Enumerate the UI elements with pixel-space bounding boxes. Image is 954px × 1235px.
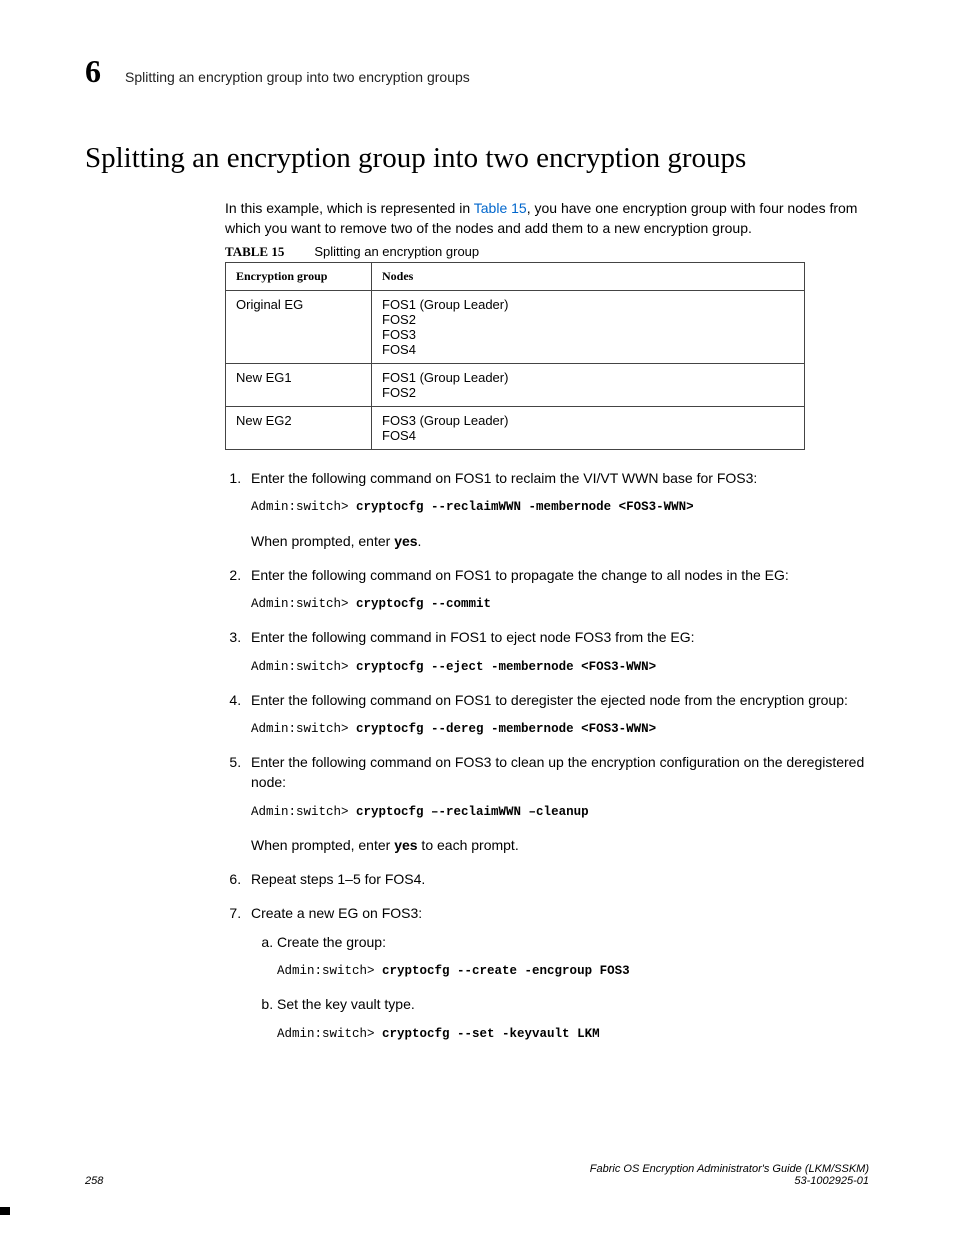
col-header-group: Encryption group xyxy=(226,263,372,291)
prompt: Admin:switch> xyxy=(251,722,356,736)
cell-nodes: FOS1 (Group Leader) FOS2 xyxy=(372,364,805,407)
code-block: Admin:switch> cryptocfg --create -encgro… xyxy=(277,962,869,980)
crop-mark-icon xyxy=(0,1207,10,1215)
prompt: Admin:switch> xyxy=(277,1027,382,1041)
node-entry: FOS3 (Group Leader) xyxy=(382,413,794,428)
cell-group: New EG1 xyxy=(226,364,372,407)
table-header-row: Encryption group Nodes xyxy=(226,263,805,291)
note-text: When prompted, enter xyxy=(251,533,394,549)
step-text: Repeat steps 1–5 for FOS4. xyxy=(251,871,425,887)
command: cryptocfg --reclaimWWN -membernode <FOS3… xyxy=(356,500,694,514)
cell-group: Original EG xyxy=(226,291,372,364)
body-column: In this example, which is represented in… xyxy=(225,199,869,1043)
code-block: Admin:switch> cryptocfg --set -keyvault … xyxy=(277,1025,869,1043)
section-heading: Splitting an encryption group into two e… xyxy=(85,142,869,175)
intro-text: In this example, which is represented in xyxy=(225,200,474,216)
footer-right: Fabric OS Encryption Administrator's Gui… xyxy=(590,1163,869,1187)
chapter-number: 6 xyxy=(85,55,101,87)
procedure-steps: Enter the following command on FOS1 to r… xyxy=(225,468,869,1042)
command: cryptocfg –-reclaimWWN –cleanup xyxy=(356,805,589,819)
node-entry: FOS4 xyxy=(382,342,794,357)
code-block: Admin:switch> cryptocfg --eject -membern… xyxy=(251,658,869,676)
note-text: When prompted, enter xyxy=(251,837,394,853)
cell-nodes: FOS3 (Group Leader) FOS4 xyxy=(372,407,805,450)
code-block: Admin:switch> cryptocfg --commit xyxy=(251,595,869,613)
command: cryptocfg --commit xyxy=(356,597,491,611)
command: cryptocfg --dereg -membernode <FOS3-WWN> xyxy=(356,722,656,736)
node-entry: FOS2 xyxy=(382,312,794,327)
col-header-nodes: Nodes xyxy=(372,263,805,291)
step-note: When prompted, enter yes to each prompt. xyxy=(251,835,869,855)
intro-paragraph: In this example, which is represented in… xyxy=(225,199,869,238)
substep-text: Set the key vault type. xyxy=(277,996,415,1012)
note-text: . xyxy=(418,533,422,549)
command: cryptocfg --create -encgroup FOS3 xyxy=(382,964,630,978)
table-row: New EG1 FOS1 (Group Leader) FOS2 xyxy=(226,364,805,407)
step-7: Create a new EG on FOS3: Create the grou… xyxy=(245,903,869,1042)
step-text: Enter the following command on FOS1 to d… xyxy=(251,692,848,708)
code-block: Admin:switch> cryptocfg --dereg -membern… xyxy=(251,720,869,738)
command: cryptocfg --eject -membernode <FOS3-WWN> xyxy=(356,660,656,674)
step-text: Enter the following command on FOS3 to c… xyxy=(251,754,864,790)
encryption-group-table: Encryption group Nodes Original EG FOS1 … xyxy=(225,262,805,450)
step-note: When prompted, enter yes. xyxy=(251,531,869,551)
prompt: Admin:switch> xyxy=(251,805,356,819)
node-entry: FOS4 xyxy=(382,428,794,443)
table-caption: TABLE 15 Splitting an encryption group xyxy=(225,244,869,260)
code-block: Admin:switch> cryptocfg --reclaimWWN -me… xyxy=(251,498,869,516)
node-entry: FOS2 xyxy=(382,385,794,400)
step-1: Enter the following command on FOS1 to r… xyxy=(245,468,869,551)
prompt: Admin:switch> xyxy=(251,597,356,611)
step-text: Enter the following command on FOS1 to r… xyxy=(251,470,757,486)
note-bold: yes xyxy=(394,533,417,549)
step-4: Enter the following command on FOS1 to d… xyxy=(245,690,869,738)
table-label: TABLE 15 xyxy=(225,244,284,259)
command: cryptocfg --set -keyvault LKM xyxy=(382,1027,600,1041)
table-row: Original EG FOS1 (Group Leader) FOS2 FOS… xyxy=(226,291,805,364)
step-text: Enter the following command on FOS1 to p… xyxy=(251,567,789,583)
note-bold: yes xyxy=(394,837,417,853)
cell-group: New EG2 xyxy=(226,407,372,450)
node-entry: FOS1 (Group Leader) xyxy=(382,370,794,385)
substep-a: Create the group: Admin:switch> cryptocf… xyxy=(277,932,869,980)
running-title: Splitting an encryption group into two e… xyxy=(125,69,470,85)
substep-b: Set the key vault type. Admin:switch> cr… xyxy=(277,994,869,1042)
prompt: Admin:switch> xyxy=(251,660,356,674)
table-caption-text: Splitting an encryption group xyxy=(314,244,479,259)
step-3: Enter the following command in FOS1 to e… xyxy=(245,627,869,675)
page-footer: 258 Fabric OS Encryption Administrator's… xyxy=(85,1163,869,1187)
node-entry: FOS3 xyxy=(382,327,794,342)
step-text: Enter the following command in FOS1 to e… xyxy=(251,629,695,645)
substeps: Create the group: Admin:switch> cryptocf… xyxy=(251,932,869,1043)
step-5: Enter the following command on FOS3 to c… xyxy=(245,752,869,855)
book-title: Fabric OS Encryption Administrator's Gui… xyxy=(590,1163,869,1175)
prompt: Admin:switch> xyxy=(277,964,382,978)
doc-number: 53-1002925-01 xyxy=(590,1175,869,1187)
page: 6 Splitting an encryption group into two… xyxy=(0,0,954,1235)
code-block: Admin:switch> cryptocfg –-reclaimWWN –cl… xyxy=(251,803,869,821)
prompt: Admin:switch> xyxy=(251,500,356,514)
node-entry: FOS1 (Group Leader) xyxy=(382,297,794,312)
page-number: 258 xyxy=(85,1175,103,1187)
step-2: Enter the following command on FOS1 to p… xyxy=(245,565,869,613)
step-6: Repeat steps 1–5 for FOS4. xyxy=(245,869,869,889)
running-head: 6 Splitting an encryption group into two… xyxy=(85,55,869,87)
step-text: Create a new EG on FOS3: xyxy=(251,905,422,921)
cell-nodes: FOS1 (Group Leader) FOS2 FOS3 FOS4 xyxy=(372,291,805,364)
table-row: New EG2 FOS3 (Group Leader) FOS4 xyxy=(226,407,805,450)
substep-text: Create the group: xyxy=(277,934,386,950)
note-text: to each prompt. xyxy=(418,837,519,853)
table-xref-link[interactable]: Table 15 xyxy=(474,200,527,216)
